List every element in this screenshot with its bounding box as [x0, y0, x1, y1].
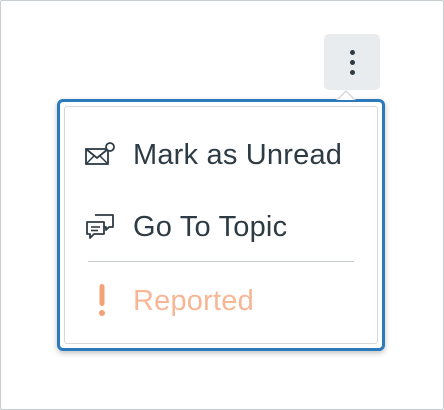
menu-item-mark-as-unread[interactable]: Mark as Unread — [84, 133, 360, 177]
menu-item-label: Go To Topic — [133, 210, 288, 243]
kebab-dot — [349, 49, 355, 55]
discussion-icon — [84, 212, 118, 242]
kebab-dot — [349, 69, 355, 75]
more-options-button[interactable] — [324, 34, 380, 90]
menu-item-go-to-topic[interactable]: Go To Topic — [84, 205, 360, 249]
menu-item-label: Mark as Unread — [133, 138, 343, 171]
popover-caret-fill — [338, 92, 354, 100]
warning-exclamation-icon — [84, 284, 118, 316]
menu-item-label: Reported — [133, 284, 254, 317]
menu-item-reported[interactable]: Reported — [84, 279, 360, 323]
mail-unread-icon — [84, 140, 118, 170]
kebab-dot — [349, 59, 355, 65]
menu-divider — [88, 261, 354, 262]
